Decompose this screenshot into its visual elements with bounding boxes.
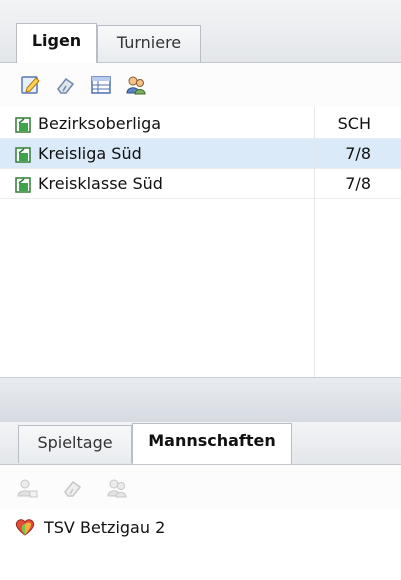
top-tab-bar: Ligen Turniere	[0, 0, 401, 63]
edit-icon[interactable]	[20, 74, 42, 96]
list-item[interactable]: Bezirksoberliga SCH	[0, 109, 401, 139]
panel-splitter[interactable]	[0, 377, 401, 423]
list-item[interactable]: Kreisklasse Süd 7/8	[0, 169, 401, 199]
tab-spieltage[interactable]: Spieltage	[18, 425, 132, 463]
column-divider	[314, 107, 315, 377]
league-icon	[15, 177, 31, 193]
tab-turniere[interactable]: Turniere	[97, 25, 201, 62]
league-name: Kreisklasse Süd	[38, 174, 163, 193]
league-icon	[15, 147, 31, 163]
league-list: Bezirksoberliga SCH Kreisliga Süd 7/8 Kr…	[0, 107, 401, 377]
team-heart-icon	[14, 518, 36, 536]
league-icon	[15, 117, 31, 133]
league-name: Bezirksoberliga	[38, 114, 162, 133]
league-code: 7/8	[345, 174, 371, 193]
league-code: SCH	[337, 114, 371, 133]
table-icon[interactable]	[90, 74, 112, 96]
tab-ligen[interactable]: Ligen	[16, 23, 97, 63]
bottom-toolbar	[0, 465, 401, 509]
tab-mannschaften[interactable]: Mannschaften	[132, 423, 292, 464]
team-members-icon[interactable]	[106, 477, 128, 499]
list-item[interactable]: Kreisliga Süd 7/8	[0, 139, 401, 169]
top-toolbar	[0, 63, 401, 107]
league-code: 7/8	[345, 144, 371, 163]
users-icon[interactable]	[125, 74, 147, 96]
eraser-icon[interactable]	[55, 74, 77, 96]
league-name: Kreisliga Süd	[38, 144, 142, 163]
eraser-icon[interactable]	[62, 477, 84, 499]
add-team-icon[interactable]	[16, 477, 38, 499]
team-name: TSV Betzigau 2	[44, 518, 166, 537]
list-item[interactable]: TSV Betzigau 2	[0, 510, 401, 544]
